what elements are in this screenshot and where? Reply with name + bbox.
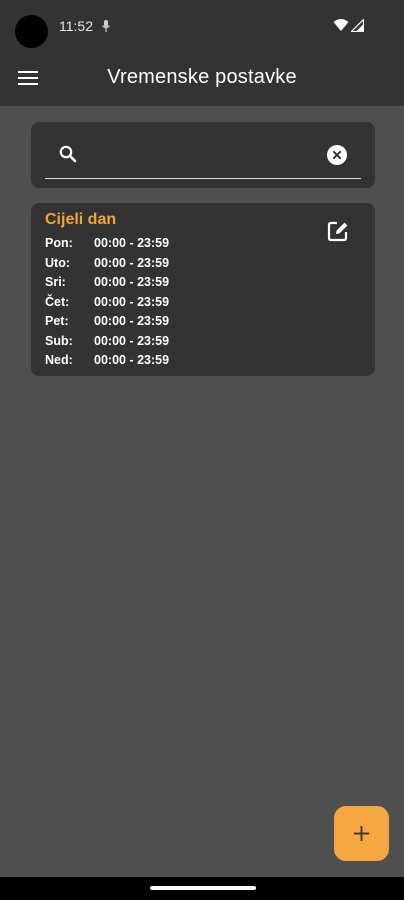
day-row: Sri: 00:00 - 23:59: [45, 275, 169, 295]
schedule-days: Pon: 00:00 - 23:59 Uto: 00:00 - 23:59 Sri:…: [45, 236, 169, 373]
plus-icon: [354, 826, 369, 841]
day-label: Sri:: [45, 275, 66, 289]
day-row: Pon: 00:00 - 23:59: [45, 236, 169, 256]
time-range: 00:00 - 23:59: [94, 294, 170, 309]
camera-cutout: [15, 15, 48, 48]
time-range: 00:00 - 23:59: [94, 236, 170, 250]
edit-icon[interactable]: [327, 220, 349, 242]
schedule-card[interactable]: Cijeli dan Pon: 00:00 - 23:59 Uto: 00:00 -…: [31, 203, 375, 376]
day-row: Čet: 00:00 - 23:59: [45, 295, 169, 315]
day-label: Pon:: [45, 236, 73, 250]
schedule-name: Cijeli dan: [45, 211, 117, 228]
time-range: 00:00 - 23:59: [94, 275, 170, 289]
add-schedule-button[interactable]: [334, 806, 389, 861]
time-range: 00:00 - 23:59: [94, 314, 170, 328]
system-nav-bar: [0, 877, 404, 900]
day-row: Ned: 00:00 - 23:59: [45, 353, 169, 373]
page-title: Vremenske postavke: [107, 66, 297, 88]
time-range: 00:00 - 23:59: [94, 353, 170, 367]
search-input[interactable]: [89, 140, 323, 170]
signal-icon: [351, 19, 364, 32]
day-row: Sub: 00:00 - 23:59: [45, 334, 169, 354]
day-label: Sub:: [45, 333, 73, 348]
app-header: 11:52 Vremenske postavke: [0, 0, 404, 106]
day-label: Čet:: [45, 294, 70, 309]
home-gesture-handle[interactable]: [150, 886, 256, 890]
day-row: Uto: 00:00 - 23:59: [45, 256, 169, 276]
search-icon: [59, 145, 77, 163]
clear-icon[interactable]: [326, 144, 348, 166]
day-label: Uto:: [45, 255, 70, 270]
search-underline: [45, 178, 361, 179]
time-range: 00:00 - 23:59: [94, 333, 170, 348]
time-range: 00:00 - 23:59: [94, 255, 170, 270]
mic-icon: [102, 20, 110, 32]
search-bar: [31, 122, 375, 188]
day-row: Pet: 00:00 - 23:59: [45, 314, 169, 334]
day-label: Ned:: [45, 353, 73, 367]
wifi-icon: [333, 19, 349, 31]
day-label: Pet:: [45, 314, 69, 328]
status-time: 11:52: [59, 18, 93, 34]
